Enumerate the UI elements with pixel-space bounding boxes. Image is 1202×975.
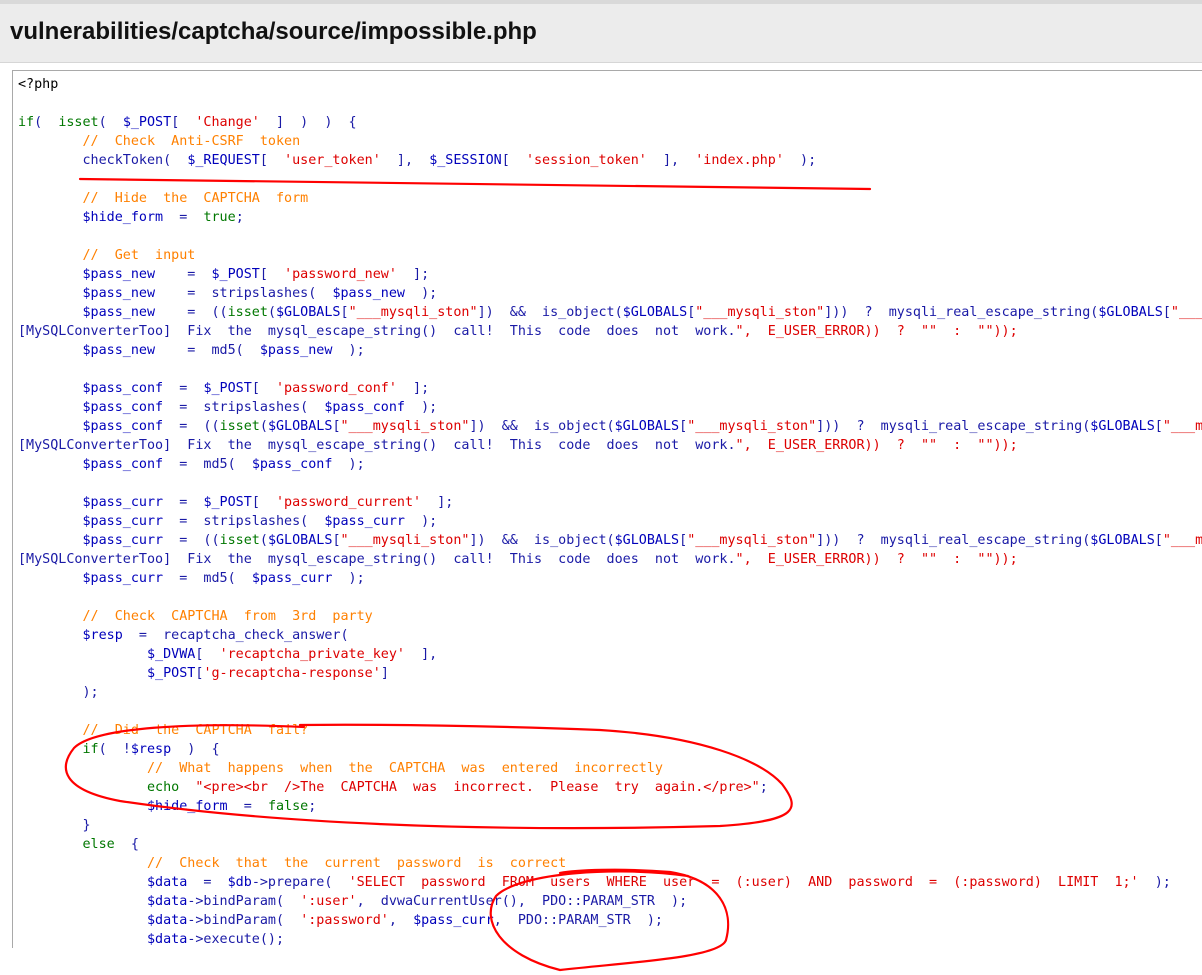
- code-line: $data->bindParam( ':user', dvwaCurrentUs…: [147, 894, 688, 909]
- code-line: $hide_form = false;: [147, 799, 317, 814]
- code-line: $pass_new = stripslashes( $pass_new );: [82, 286, 438, 301]
- code-line: echo "<pre><br />The CAPTCHA was incorre…: [147, 780, 768, 795]
- code-line: $pass_curr = $_POST[ 'password_current' …: [82, 495, 454, 510]
- code-line: $_DVWA[ 'recaptcha_private_key' ],: [147, 647, 438, 662]
- code-line: // What happens when the CAPTCHA was ent…: [147, 761, 663, 776]
- code-line: $_POST['g-recaptcha-response']: [147, 666, 389, 681]
- code-line: if( !$resp ) {: [82, 742, 220, 757]
- code-line: // Get input: [82, 248, 196, 263]
- code-line: $data->bindParam( ':password', $pass_cur…: [147, 913, 663, 928]
- code-line: checkToken( $_REQUEST[ 'user_token' ], $…: [18, 153, 817, 168]
- code-line: $pass_curr = ((isset($GLOBALS["___mysqli…: [82, 533, 1202, 548]
- page-bottom: [0, 948, 1202, 975]
- page-title: vulnerabilities/captcha/source/impossibl…: [10, 18, 537, 45]
- code-line: // Check Anti-CSRF token: [82, 134, 301, 149]
- code-line: $pass_new = md5( $pass_new );: [82, 343, 365, 358]
- code-line: [MySQLConverterToo] Fix the mysql_escape…: [18, 324, 1018, 339]
- code-line: $pass_curr = md5( $pass_curr );: [82, 571, 365, 586]
- code-line: $data->execute();: [147, 932, 285, 947]
- code-line: $data = $db->prepare( 'SELECT password F…: [147, 875, 1171, 890]
- code-line: }: [18, 818, 91, 833]
- code-line: $pass_conf = $_POST[ 'password_conf' ];: [82, 381, 430, 396]
- code-line: );: [18, 685, 99, 700]
- code-line: $hide_form = true;: [82, 210, 244, 225]
- code-line: $pass_new = $_POST[ 'password_new' ];: [82, 267, 430, 282]
- code-line: <?php: [18, 77, 59, 92]
- code-line: $pass_conf = ((isset($GLOBALS["___mysqli…: [82, 419, 1202, 434]
- code-line: [MySQLConverterToo] Fix the mysql_escape…: [18, 552, 1018, 567]
- code-line: // Did the CAPTCHA fail?: [82, 723, 309, 738]
- code-line: [MySQLConverterToo] Fix the mysql_escape…: [18, 438, 1018, 453]
- code-line: // Check CAPTCHA from 3rd party: [82, 609, 373, 624]
- code-line: $pass_conf = md5( $pass_conf );: [82, 457, 365, 472]
- page-header: vulnerabilities/captcha/source/impossibl…: [0, 4, 1202, 63]
- code-line: $resp = recaptcha_check_answer(: [82, 628, 349, 643]
- code-line: $pass_curr = stripslashes( $pass_curr );: [82, 514, 438, 529]
- code-line: // Hide the CAPTCHA form: [82, 191, 309, 206]
- code-line: $pass_conf = stripslashes( $pass_conf );: [82, 400, 438, 415]
- code-line: else {: [82, 837, 139, 852]
- code-line: if( isset( $_POST[ 'Change' ] ) ) {: [18, 115, 357, 130]
- source-code: <?php if( isset( $_POST[ 'Change' ] ) ) …: [18, 75, 1202, 949]
- code-line: $pass_new = ((isset($GLOBALS["___mysqli_…: [82, 305, 1202, 320]
- code-line: // Check that the current password is co…: [147, 856, 567, 871]
- source-code-box[interactable]: <?php if( isset( $_POST[ 'Change' ] ) ) …: [12, 70, 1202, 950]
